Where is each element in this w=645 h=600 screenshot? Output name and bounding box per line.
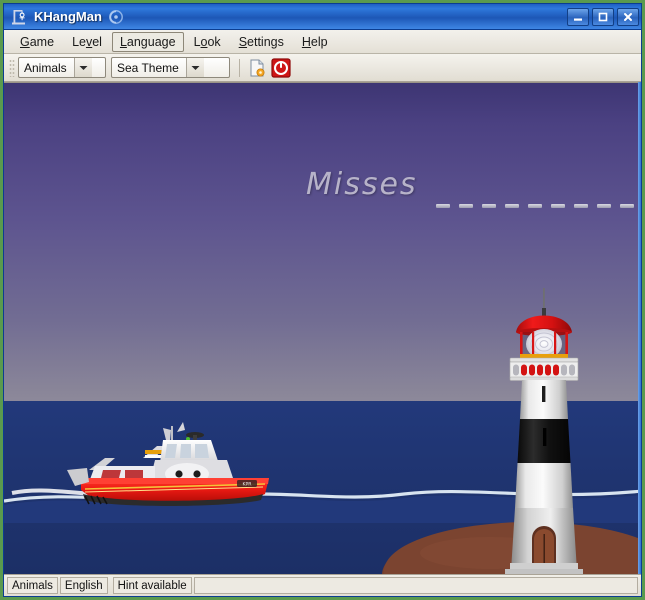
- status-filler: [193, 577, 638, 594]
- status-category: Animals: [7, 577, 58, 594]
- document-new-icon: [250, 59, 265, 76]
- miss-dash: [482, 204, 496, 208]
- svg-text:KPR: KPR: [243, 482, 253, 488]
- rescue-boat: KPR: [67, 422, 269, 507]
- menu-help[interactable]: Help: [294, 32, 336, 52]
- miss-dash: [459, 204, 473, 208]
- status-language: English: [59, 577, 108, 594]
- toolbar-grip[interactable]: [9, 58, 15, 77]
- miss-dash: [597, 204, 611, 208]
- status-hint: Hint available: [112, 577, 192, 594]
- misses-dashes: [436, 204, 641, 208]
- toolbar-separator: [239, 58, 240, 77]
- chevron-down-icon[interactable]: [73, 58, 92, 77]
- minimize-button[interactable]: [567, 7, 589, 26]
- miss-dash: [551, 204, 565, 208]
- menu-settings[interactable]: Settings: [231, 32, 292, 52]
- miss-dash: [528, 204, 542, 208]
- hangman-gallows-icon: [10, 8, 28, 26]
- quit-button[interactable]: [270, 57, 292, 79]
- window-title: KHangMan: [34, 9, 102, 24]
- title-bar[interactable]: KHangMan: [4, 4, 641, 30]
- menu-look[interactable]: Look: [186, 32, 229, 52]
- quit-power-icon: [271, 57, 291, 78]
- menu-game[interactable]: Game: [12, 32, 62, 52]
- theme-select-value: Sea Theme: [117, 60, 179, 75]
- category-select[interactable]: Animals: [18, 57, 106, 78]
- miss-dash: [574, 204, 588, 208]
- close-button[interactable]: [617, 7, 639, 26]
- khangman-window: KHangMan Game Level Language Look Settin…: [3, 3, 642, 597]
- menu-level[interactable]: Level: [64, 32, 110, 52]
- maximize-button[interactable]: [592, 7, 614, 26]
- miss-dash: [620, 204, 634, 208]
- chevron-down-icon[interactable]: [185, 58, 204, 77]
- new-game-button[interactable]: [246, 57, 268, 79]
- category-select-value: Animals: [24, 60, 67, 75]
- misses-label: Misses: [306, 167, 418, 202]
- kde-logo-icon: [108, 9, 124, 25]
- menu-bar: Game Level Language Look Settings Help: [4, 30, 641, 54]
- game-canvas[interactable]: KPR Misses Guess: [4, 82, 641, 574]
- menu-language[interactable]: Language: [111, 31, 184, 52]
- theme-select[interactable]: Sea Theme: [111, 57, 230, 78]
- miss-dash: [505, 204, 519, 208]
- lighthouse: [505, 288, 583, 574]
- tool-bar: Animals Sea Theme: [4, 54, 641, 82]
- miss-dash: [436, 204, 450, 208]
- status-bar: Animals English Hint available: [4, 574, 641, 596]
